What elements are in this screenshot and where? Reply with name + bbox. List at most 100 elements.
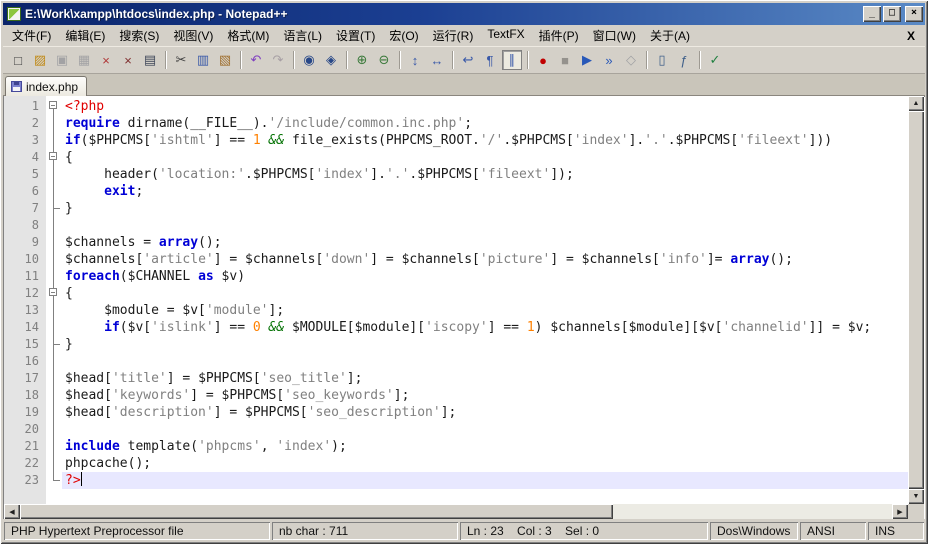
fold-toggle-icon[interactable] xyxy=(46,98,62,115)
notepadpp-icon[interactable] xyxy=(7,7,21,21)
print-icon[interactable]: ▤ xyxy=(140,50,160,70)
scroll-left-arrow[interactable]: ◀ xyxy=(4,504,20,519)
menu-item[interactable]: 视图(V) xyxy=(166,25,220,46)
function-list-icon[interactable]: ƒ xyxy=(674,50,694,70)
horizontal-scroll-thumb[interactable] xyxy=(20,504,613,519)
save-file-icon[interactable]: ▣ xyxy=(52,50,72,70)
close-file-icon[interactable]: × xyxy=(96,50,116,70)
editor-line[interactable]: 10$channels['article'] = $channels['down… xyxy=(4,251,908,268)
menu-item[interactable]: 编辑(E) xyxy=(58,25,112,46)
menu-item[interactable]: 窗口(W) xyxy=(586,25,643,46)
zoom-in-icon[interactable]: ⊕ xyxy=(352,50,372,70)
menu-item[interactable]: 关于(A) xyxy=(643,25,697,46)
macro-play-icon[interactable]: ▶ xyxy=(577,50,597,70)
line-number[interactable]: 18 xyxy=(4,387,46,404)
editor-line[interactable]: 1<?php xyxy=(4,98,908,115)
status-eol-format[interactable]: Dos\Windows xyxy=(710,522,798,540)
editor-line[interactable]: 13 $module = $v['module']; xyxy=(4,302,908,319)
line-number[interactable]: 20 xyxy=(4,421,46,438)
indent-guide-icon[interactable]: ∥ xyxy=(502,50,522,70)
menu-item[interactable]: 格式(M) xyxy=(220,25,276,46)
menu-item[interactable]: 宏(O) xyxy=(382,25,425,46)
editor-line[interactable]: 22phpcache(); xyxy=(4,455,908,472)
word-wrap-icon[interactable]: ↩ xyxy=(458,50,478,70)
scroll-right-arrow[interactable]: ▶ xyxy=(892,504,908,519)
spell-check-icon[interactable]: ✓ xyxy=(705,50,725,70)
editor-line[interactable]: 7} xyxy=(4,200,908,217)
line-number[interactable]: 1 xyxy=(4,98,46,115)
editor-line[interactable]: 21include template('phpcms', 'index'); xyxy=(4,438,908,455)
editor-line[interactable]: 23?> xyxy=(4,472,908,489)
line-number[interactable]: 19 xyxy=(4,404,46,421)
line-number[interactable]: 9 xyxy=(4,234,46,251)
sync-horizontal-scroll-icon[interactable]: ↔ xyxy=(427,50,447,70)
copy-icon[interactable]: ▥ xyxy=(193,50,213,70)
title-bar[interactable]: E:\Work\xampp\htdocs\index.php - Notepad… xyxy=(3,3,925,25)
macro-run-multiple-icon[interactable]: » xyxy=(599,50,619,70)
line-number[interactable]: 3 xyxy=(4,132,46,149)
menu-item[interactable]: 运行(R) xyxy=(426,25,481,46)
line-number[interactable]: 6 xyxy=(4,183,46,200)
editor-line[interactable]: 12{ xyxy=(4,285,908,302)
redo-icon[interactable]: ↷ xyxy=(268,50,288,70)
line-number[interactable]: 13 xyxy=(4,302,46,319)
fold-toggle-icon[interactable] xyxy=(46,285,62,302)
line-number[interactable]: 17 xyxy=(4,370,46,387)
status-encoding[interactable]: ANSI xyxy=(800,522,866,540)
menu-item[interactable]: 插件(P) xyxy=(532,25,586,46)
status-insert-mode[interactable]: INS xyxy=(868,522,924,540)
line-number[interactable]: 11 xyxy=(4,268,46,285)
editor-line[interactable]: 8 xyxy=(4,217,908,234)
doc-map-icon[interactable]: ▯ xyxy=(652,50,672,70)
line-number[interactable]: 15 xyxy=(4,336,46,353)
line-number[interactable]: 10 xyxy=(4,251,46,268)
open-file-icon[interactable]: ▨ xyxy=(30,50,50,70)
cut-icon[interactable]: ✂ xyxy=(171,50,191,70)
paste-icon[interactable]: ▧ xyxy=(215,50,235,70)
line-number[interactable]: 22 xyxy=(4,455,46,472)
minimize-button[interactable]: _ xyxy=(863,6,881,22)
editor-lines[interactable]: 1<?php2require dirname(__FILE__).'/inclu… xyxy=(4,96,908,504)
scroll-up-arrow[interactable]: ▲ xyxy=(908,96,924,111)
horizontal-scrollbar[interactable]: ◀ ▶ xyxy=(4,504,908,519)
show-all-chars-icon[interactable]: ¶ xyxy=(480,50,500,70)
editor-line[interactable]: 2require dirname(__FILE__).'/include/com… xyxy=(4,115,908,132)
editor-line[interactable]: 4{ xyxy=(4,149,908,166)
macro-stop-icon[interactable]: ■ xyxy=(555,50,575,70)
editor-line[interactable]: 17$head['title'] = $PHPCMS['seo_title']; xyxy=(4,370,908,387)
menu-item[interactable]: 设置(T) xyxy=(329,25,382,46)
line-number[interactable]: 2 xyxy=(4,115,46,132)
line-number[interactable]: 5 xyxy=(4,166,46,183)
line-number[interactable]: 4 xyxy=(4,149,46,166)
replace-icon[interactable]: ◈ xyxy=(321,50,341,70)
line-number[interactable]: 7 xyxy=(4,200,46,217)
menu-item[interactable]: TextFX xyxy=(480,25,531,46)
line-number[interactable]: 16 xyxy=(4,353,46,370)
editor-line[interactable]: 11foreach($CHANNEL as $v) xyxy=(4,268,908,285)
editor-line[interactable]: 14 if($v['islink'] == 0 && $MODULE[$modu… xyxy=(4,319,908,336)
save-all-icon[interactable]: ▦ xyxy=(74,50,94,70)
line-number[interactable]: 14 xyxy=(4,319,46,336)
menu-close-document-button[interactable]: X xyxy=(899,29,923,43)
macro-save-icon[interactable]: ◇ xyxy=(621,50,641,70)
close-all-icon[interactable]: × xyxy=(118,50,138,70)
vertical-scroll-thumb[interactable] xyxy=(908,111,924,489)
vertical-scrollbar[interactable]: ▲ ▼ xyxy=(908,96,924,504)
maximize-button[interactable]: □ xyxy=(883,6,901,22)
new-file-icon[interactable]: □ xyxy=(8,50,28,70)
line-number[interactable]: 8 xyxy=(4,217,46,234)
editor-line[interactable]: 20 xyxy=(4,421,908,438)
scroll-down-arrow[interactable]: ▼ xyxy=(908,489,924,504)
zoom-out-icon[interactable]: ⊖ xyxy=(374,50,394,70)
find-icon[interactable]: ◉ xyxy=(299,50,319,70)
editor-line[interactable]: 9$channels = array(); xyxy=(4,234,908,251)
horizontal-scroll-track[interactable] xyxy=(20,504,892,519)
line-number[interactable]: 21 xyxy=(4,438,46,455)
line-number[interactable]: 12 xyxy=(4,285,46,302)
editor-line[interactable]: 15} xyxy=(4,336,908,353)
undo-icon[interactable]: ↶ xyxy=(246,50,266,70)
editor-line[interactable]: 3if($PHPCMS['ishtml'] == 1 && file_exist… xyxy=(4,132,908,149)
editor-line[interactable]: 18$head['keywords'] = $PHPCMS['seo_keywo… xyxy=(4,387,908,404)
menu-item[interactable]: 语言(L) xyxy=(276,25,329,46)
close-button[interactable]: × xyxy=(905,6,923,22)
